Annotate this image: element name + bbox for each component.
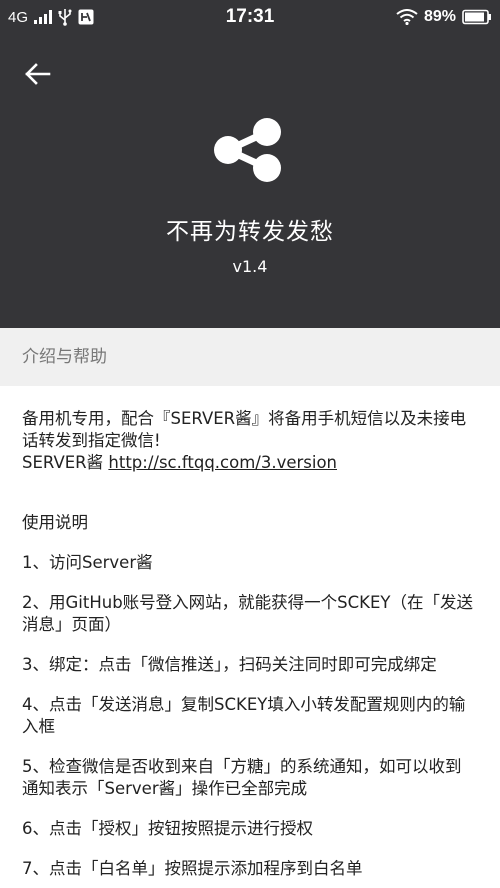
battery-percent: 89% [423, 8, 456, 25]
intro-server-line: SERVER酱 http://sc.ftqq.com/3.version [22, 452, 476, 474]
wifi-icon [396, 9, 418, 25]
instruction-step: 1、访问Server酱 [22, 553, 153, 572]
server-link[interactable]: http://sc.ftqq.com/3.version [108, 453, 337, 472]
app-header: 不再为转发发愁 v1.4 [0, 34, 500, 328]
status-bar: 4G 17:31 89% [0, 0, 500, 34]
arrow-left-icon [25, 63, 51, 85]
instruction-step: 6、点击「授权」按钮按照提示进行授权 [22, 819, 313, 838]
instruction-step: 5、检查微信是否收到来自「方糖」的系统通知，如可以收到通知表示「Server酱」… [22, 757, 462, 798]
share-icon [214, 118, 281, 182]
intro-server-label: SERVER酱 [22, 453, 109, 472]
instructions-heading: 使用说明 [22, 513, 88, 532]
instruction-step: 4、点击「发送消息」复制SCKEY填入小转发配置规则内的输入框 [22, 695, 466, 736]
section-header: 介绍与帮助 [0, 328, 500, 386]
intro-line: 备用机专用，配合『SERVER酱』将备用手机短信以及未接电话转发到指定微信! [22, 409, 467, 450]
back-button[interactable] [18, 54, 58, 94]
help-content: 备用机专用，配合『SERVER酱』将备用手机短信以及未接电话转发到指定微信! S… [0, 386, 500, 888]
instruction-step: 2、用GitHub账号登入网站，就能获得一个SCKEY（在「发送消息」页面） [22, 593, 473, 634]
instruction-step: 3、绑定：点击「微信推送」，扫码关注同时即可完成绑定 [22, 655, 437, 674]
battery-icon [462, 9, 491, 25]
intro-text: 备用机专用，配合『SERVER酱』将备用手机短信以及未接电话转发到指定微信! S… [22, 408, 476, 474]
status-right: 89% [396, 0, 492, 34]
app-title: 不再为转发发愁 [166, 219, 334, 245]
app-version: v1.4 [232, 257, 268, 276]
instruction-step: 7、点击「白名单」按照提示添加程序到白名单 [22, 859, 363, 878]
